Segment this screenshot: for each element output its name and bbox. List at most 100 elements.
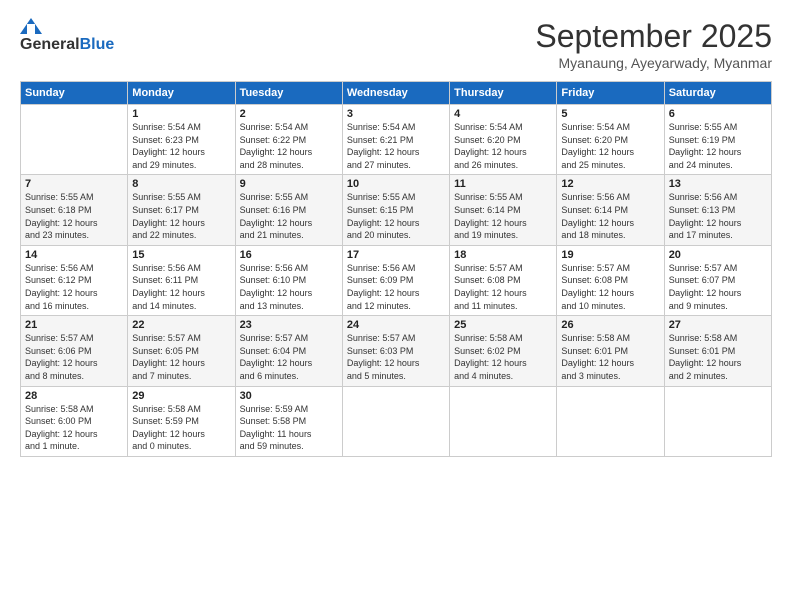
day-info-19: Sunrise: 5:57 AM Sunset: 6:08 PM Dayligh… [561, 262, 659, 312]
day-number-12: 12 [561, 178, 659, 190]
calendar-cell-w3-d1: 14Sunrise: 5:56 AM Sunset: 6:12 PM Dayli… [21, 245, 128, 315]
day-number-1: 1 [132, 108, 230, 120]
calendar-cell-w3-d3: 16Sunrise: 5:56 AM Sunset: 6:10 PM Dayli… [235, 245, 342, 315]
day-info-30: Sunrise: 5:59 AM Sunset: 5:58 PM Dayligh… [240, 403, 338, 453]
calendar-cell-w2-d6: 12Sunrise: 5:56 AM Sunset: 6:14 PM Dayli… [557, 175, 664, 245]
day-number-6: 6 [669, 108, 767, 120]
header: GeneralBlue September 2025 Myanaung, Aye… [20, 18, 772, 71]
calendar-week-4: 21Sunrise: 5:57 AM Sunset: 6:06 PM Dayli… [21, 316, 772, 386]
day-info-23: Sunrise: 5:57 AM Sunset: 6:04 PM Dayligh… [240, 332, 338, 382]
day-number-19: 19 [561, 249, 659, 261]
logo: GeneralBlue [20, 18, 114, 54]
day-info-17: Sunrise: 5:56 AM Sunset: 6:09 PM Dayligh… [347, 262, 445, 312]
day-info-22: Sunrise: 5:57 AM Sunset: 6:05 PM Dayligh… [132, 332, 230, 382]
calendar-cell-w5-d7 [664, 386, 771, 456]
day-number-15: 15 [132, 249, 230, 261]
day-info-5: Sunrise: 5:54 AM Sunset: 6:20 PM Dayligh… [561, 121, 659, 171]
day-number-5: 5 [561, 108, 659, 120]
calendar-cell-w1-d6: 5Sunrise: 5:54 AM Sunset: 6:20 PM Daylig… [557, 105, 664, 175]
day-number-30: 30 [240, 390, 338, 402]
calendar-week-5: 28Sunrise: 5:58 AM Sunset: 6:00 PM Dayli… [21, 386, 772, 456]
calendar-cell-w5-d4 [342, 386, 449, 456]
day-number-11: 11 [454, 178, 552, 190]
month-title: September 2025 [535, 18, 772, 55]
header-tuesday: Tuesday [235, 82, 342, 105]
day-info-28: Sunrise: 5:58 AM Sunset: 6:00 PM Dayligh… [25, 403, 123, 453]
header-saturday: Saturday [664, 82, 771, 105]
title-block: September 2025 Myanaung, Ayeyarwady, Mya… [535, 18, 772, 71]
calendar-cell-w5-d3: 30Sunrise: 5:59 AM Sunset: 5:58 PM Dayli… [235, 386, 342, 456]
day-info-8: Sunrise: 5:55 AM Sunset: 6:17 PM Dayligh… [132, 191, 230, 241]
calendar-cell-w3-d2: 15Sunrise: 5:56 AM Sunset: 6:11 PM Dayli… [128, 245, 235, 315]
page: GeneralBlue September 2025 Myanaung, Aye… [0, 0, 792, 612]
day-info-6: Sunrise: 5:55 AM Sunset: 6:19 PM Dayligh… [669, 121, 767, 171]
day-number-26: 26 [561, 319, 659, 331]
calendar-cell-w1-d5: 4Sunrise: 5:54 AM Sunset: 6:20 PM Daylig… [450, 105, 557, 175]
calendar-table: Sunday Monday Tuesday Wednesday Thursday… [20, 81, 772, 457]
calendar-week-3: 14Sunrise: 5:56 AM Sunset: 6:12 PM Dayli… [21, 245, 772, 315]
subtitle: Myanaung, Ayeyarwady, Myanmar [535, 55, 772, 71]
day-number-7: 7 [25, 178, 123, 190]
day-number-23: 23 [240, 319, 338, 331]
day-number-18: 18 [454, 249, 552, 261]
calendar-cell-w5-d6 [557, 386, 664, 456]
calendar-cell-w5-d5 [450, 386, 557, 456]
header-monday: Monday [128, 82, 235, 105]
calendar-cell-w4-d5: 25Sunrise: 5:58 AM Sunset: 6:02 PM Dayli… [450, 316, 557, 386]
day-info-9: Sunrise: 5:55 AM Sunset: 6:16 PM Dayligh… [240, 191, 338, 241]
calendar-cell-w2-d2: 8Sunrise: 5:55 AM Sunset: 6:17 PM Daylig… [128, 175, 235, 245]
header-thursday: Thursday [450, 82, 557, 105]
day-number-17: 17 [347, 249, 445, 261]
day-number-10: 10 [347, 178, 445, 190]
calendar-cell-w3-d7: 20Sunrise: 5:57 AM Sunset: 6:07 PM Dayli… [664, 245, 771, 315]
day-info-10: Sunrise: 5:55 AM Sunset: 6:15 PM Dayligh… [347, 191, 445, 241]
day-info-16: Sunrise: 5:56 AM Sunset: 6:10 PM Dayligh… [240, 262, 338, 312]
day-info-7: Sunrise: 5:55 AM Sunset: 6:18 PM Dayligh… [25, 191, 123, 241]
calendar-cell-w4-d1: 21Sunrise: 5:57 AM Sunset: 6:06 PM Dayli… [21, 316, 128, 386]
day-number-14: 14 [25, 249, 123, 261]
calendar-header-row: Sunday Monday Tuesday Wednesday Thursday… [21, 82, 772, 105]
calendar-cell-w2-d1: 7Sunrise: 5:55 AM Sunset: 6:18 PM Daylig… [21, 175, 128, 245]
calendar-week-1: 1Sunrise: 5:54 AM Sunset: 6:23 PM Daylig… [21, 105, 772, 175]
day-info-26: Sunrise: 5:58 AM Sunset: 6:01 PM Dayligh… [561, 332, 659, 382]
calendar-cell-w1-d4: 3Sunrise: 5:54 AM Sunset: 6:21 PM Daylig… [342, 105, 449, 175]
calendar-cell-w2-d3: 9Sunrise: 5:55 AM Sunset: 6:16 PM Daylig… [235, 175, 342, 245]
calendar-cell-w2-d4: 10Sunrise: 5:55 AM Sunset: 6:15 PM Dayli… [342, 175, 449, 245]
calendar-cell-w5-d1: 28Sunrise: 5:58 AM Sunset: 6:00 PM Dayli… [21, 386, 128, 456]
calendar-cell-w3-d4: 17Sunrise: 5:56 AM Sunset: 6:09 PM Dayli… [342, 245, 449, 315]
calendar-cell-w1-d2: 1Sunrise: 5:54 AM Sunset: 6:23 PM Daylig… [128, 105, 235, 175]
day-number-21: 21 [25, 319, 123, 331]
header-wednesday: Wednesday [342, 82, 449, 105]
day-info-11: Sunrise: 5:55 AM Sunset: 6:14 PM Dayligh… [454, 191, 552, 241]
day-info-15: Sunrise: 5:56 AM Sunset: 6:11 PM Dayligh… [132, 262, 230, 312]
logo-blue: Blue [80, 36, 115, 54]
day-number-2: 2 [240, 108, 338, 120]
calendar-cell-w4-d7: 27Sunrise: 5:58 AM Sunset: 6:01 PM Dayli… [664, 316, 771, 386]
day-info-29: Sunrise: 5:58 AM Sunset: 5:59 PM Dayligh… [132, 403, 230, 453]
calendar-week-2: 7Sunrise: 5:55 AM Sunset: 6:18 PM Daylig… [21, 175, 772, 245]
day-number-16: 16 [240, 249, 338, 261]
day-info-3: Sunrise: 5:54 AM Sunset: 6:21 PM Dayligh… [347, 121, 445, 171]
day-info-14: Sunrise: 5:56 AM Sunset: 6:12 PM Dayligh… [25, 262, 123, 312]
day-number-13: 13 [669, 178, 767, 190]
day-number-4: 4 [454, 108, 552, 120]
calendar-cell-w2-d5: 11Sunrise: 5:55 AM Sunset: 6:14 PM Dayli… [450, 175, 557, 245]
calendar-cell-w4-d4: 24Sunrise: 5:57 AM Sunset: 6:03 PM Dayli… [342, 316, 449, 386]
calendar-cell-w2-d7: 13Sunrise: 5:56 AM Sunset: 6:13 PM Dayli… [664, 175, 771, 245]
calendar-cell-w4-d2: 22Sunrise: 5:57 AM Sunset: 6:05 PM Dayli… [128, 316, 235, 386]
day-info-13: Sunrise: 5:56 AM Sunset: 6:13 PM Dayligh… [669, 191, 767, 241]
day-info-18: Sunrise: 5:57 AM Sunset: 6:08 PM Dayligh… [454, 262, 552, 312]
header-sunday: Sunday [21, 82, 128, 105]
day-number-24: 24 [347, 319, 445, 331]
logo-general: General [20, 36, 80, 54]
day-info-4: Sunrise: 5:54 AM Sunset: 6:20 PM Dayligh… [454, 121, 552, 171]
header-friday: Friday [557, 82, 664, 105]
day-info-25: Sunrise: 5:58 AM Sunset: 6:02 PM Dayligh… [454, 332, 552, 382]
calendar-cell-w3-d5: 18Sunrise: 5:57 AM Sunset: 6:08 PM Dayli… [450, 245, 557, 315]
calendar-cell-w1-d1 [21, 105, 128, 175]
calendar-cell-w1-d7: 6Sunrise: 5:55 AM Sunset: 6:19 PM Daylig… [664, 105, 771, 175]
calendar-cell-w1-d3: 2Sunrise: 5:54 AM Sunset: 6:22 PM Daylig… [235, 105, 342, 175]
day-number-20: 20 [669, 249, 767, 261]
day-info-1: Sunrise: 5:54 AM Sunset: 6:23 PM Dayligh… [132, 121, 230, 171]
day-number-8: 8 [132, 178, 230, 190]
